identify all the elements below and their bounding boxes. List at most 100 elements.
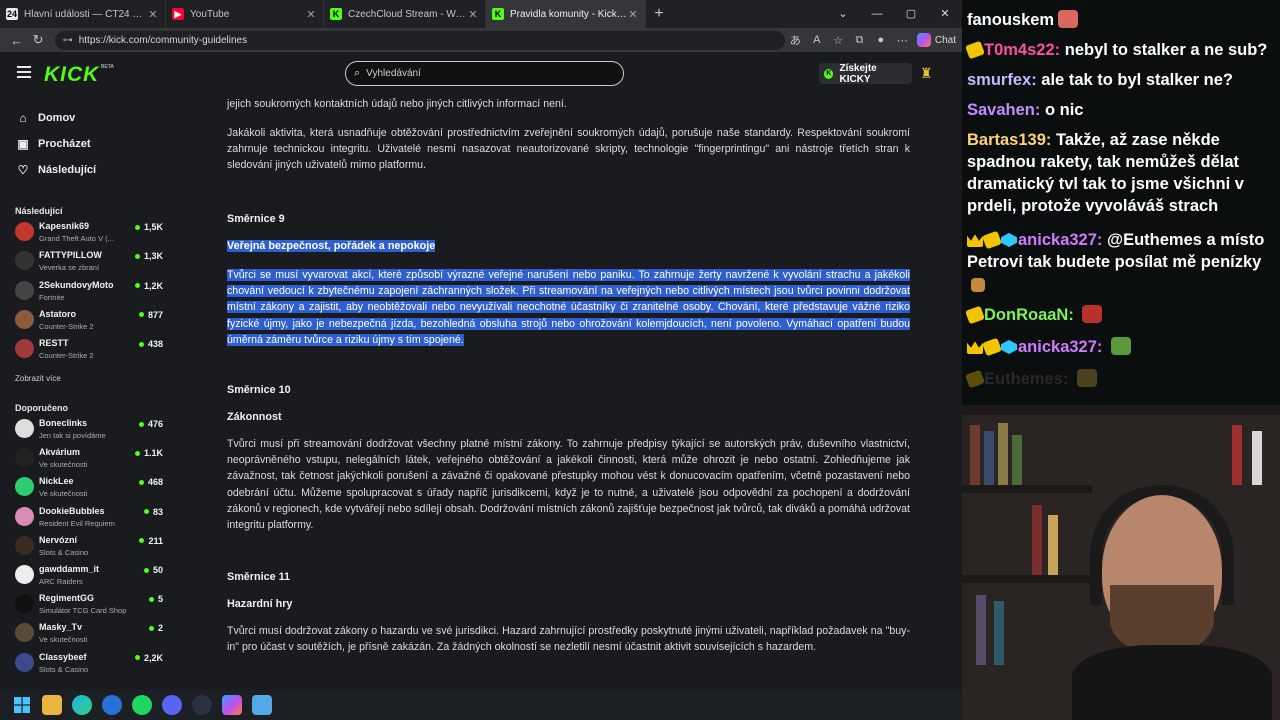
copilot-chat-button[interactable]: Chat (916, 33, 956, 47)
nav-item-home[interactable]: ⌂ Domov (16, 108, 75, 128)
viewer-count-text: 1,3K (143, 251, 163, 262)
reload-icon[interactable]: ↻ (27, 32, 48, 48)
sidebar-channel[interactable]: Kapesnik69 Grand Theft Auto V (... 1,5K (15, 219, 163, 245)
translate-icon[interactable]: あ (785, 32, 806, 48)
read-aloud-icon[interactable]: A (806, 34, 827, 46)
nav-item-browse[interactable]: ▣ Procházet (16, 134, 90, 154)
viewer-count: 211 (139, 536, 163, 546)
chat-message: Savahen: o nic (967, 99, 1275, 121)
sidebar-channel[interactable]: Akvárium Ve skutečnosti 1.1K (15, 445, 163, 471)
minimize-button[interactable]: — (860, 0, 894, 28)
sidebar-channel[interactable]: RegimentGG Simulátor TCG Card Shop 5 (15, 591, 163, 617)
back-icon[interactable]: ← (6, 33, 27, 48)
more-menu-icon[interactable]: ⋯ (892, 34, 913, 47)
show-more-link[interactable]: Zobrazit více (15, 374, 61, 383)
sidebar-channel[interactable]: 2SekundovyMoto Fortnite 1,2K (15, 278, 163, 304)
viewer-count-text: 2 (157, 623, 163, 634)
sidebar-channel[interactable]: DookieBubbles Resident Evil Requiem 83 (15, 504, 163, 530)
ct24-icon: 24 (6, 8, 18, 20)
windows-start-icon[interactable] (12, 695, 32, 715)
sidebar-channel[interactable]: RESTT Counter-Strike 2 438 (15, 336, 163, 362)
channel-category: Resident Evil Requiem (39, 518, 115, 528)
channel-name: Astatoro (39, 308, 77, 319)
channel-name: Nervózní (39, 534, 78, 545)
viewer-count: 476 (138, 419, 163, 429)
tab-search-icon[interactable]: ⌄ (826, 0, 860, 28)
close-icon[interactable]: ✕ (147, 8, 159, 21)
channel-name: Akvárium (39, 447, 81, 458)
tab-ct24[interactable]: 24 Hlavní události — ČT24 — Česká t ✕ (0, 0, 166, 28)
edge-icon[interactable] (72, 695, 92, 715)
channel-name: RegimentGG (39, 593, 95, 604)
close-window-button[interactable]: ✕ (928, 0, 962, 28)
kick-logo[interactable]: KICK (44, 63, 99, 87)
favorite-star-icon[interactable]: ☆ (827, 34, 848, 47)
kicky-icon: K (824, 68, 834, 79)
book (984, 431, 994, 485)
sidebar-channel[interactable]: Nervózní Slots & Casino 211 (15, 533, 163, 559)
avatar (15, 506, 34, 526)
kick-icon: K (492, 8, 504, 20)
tab-title: Pravidla komunity - Kick Streaming (510, 8, 627, 20)
sidebar-channel[interactable]: Boneclinks Jen tak si povídáme 476 (15, 416, 163, 442)
new-tab-button[interactable]: + (646, 5, 672, 23)
close-icon[interactable]: ✕ (305, 8, 317, 21)
url-field[interactable]: ⊶ https://kick.com/community-guidelines (54, 30, 785, 50)
sidebar-channel[interactable]: Masky_Tv Ve skutečnosti 2 (15, 620, 163, 646)
viewer-count-text: 2,2K (143, 652, 163, 663)
gift-badge-icon (982, 337, 1002, 357)
chat-username[interactable]: anicka327: (1018, 231, 1102, 249)
sidebar-channel[interactable]: gawddamm_it ARC Raiders 50 (15, 562, 163, 588)
chat-message: Euthemes: (965, 368, 1275, 390)
sidebar-channel[interactable]: Classybeef Slots & Casino 2,2K (15, 650, 163, 676)
chat-username[interactable]: DonRoaaN: (984, 306, 1074, 324)
chat-username[interactable]: Savahen: (967, 101, 1040, 119)
notepad-icon[interactable] (252, 695, 272, 715)
spotify-icon[interactable] (132, 695, 152, 715)
nav-item-label: Následující (38, 164, 97, 176)
get-kicky-button[interactable]: K Získejte KICKY (819, 63, 912, 85)
nav-item-following[interactable]: ♡ Následující (16, 160, 96, 180)
chat-text: o nic (1044, 101, 1084, 119)
tab-youtube[interactable]: ▶ YouTube ✕ (166, 0, 324, 28)
close-icon[interactable]: ✕ (627, 8, 639, 21)
windows-taskbar (0, 690, 962, 720)
menu-icon[interactable] (17, 66, 31, 78)
extensions-icon[interactable]: ⧉ (849, 34, 870, 47)
viewer-count: 877 (138, 310, 163, 320)
kicky-balance-icon[interactable]: ♜ (920, 65, 934, 83)
live-dot-icon (134, 224, 140, 230)
site-info-icon[interactable]: ⊶ (63, 35, 73, 46)
file-explorer-icon[interactable] (42, 695, 62, 715)
profile-avatar-icon[interactable]: ● (870, 34, 891, 46)
tab-kick-guidelines[interactable]: K Pravidla komunity - Kick Streaming ✕ (486, 0, 646, 28)
section-9-body-text: Tvůrci se musí vyvarovat akcí, které způ… (227, 269, 910, 346)
section-11-body: Tvůrci musí dodržovat zákony o hazardu v… (227, 625, 910, 654)
avatar (15, 251, 34, 271)
book (1032, 505, 1042, 575)
steam-icon[interactable] (192, 695, 212, 715)
privacy-paragraph: Jakákoli aktivita, která usnadňuje obtěž… (227, 127, 910, 172)
chat-username[interactable]: T0m4s22: (984, 41, 1060, 59)
screen: 24 Hlavní události — ČT24 — Česká t ✕ ▶ … (0, 0, 1280, 720)
discord-icon[interactable] (162, 695, 182, 715)
viewer-count-text: 468 (147, 477, 163, 488)
chat-username[interactable]: Bartas139: (967, 131, 1051, 149)
copilot-icon[interactable] (222, 695, 242, 715)
sidebar-channel[interactable]: Astatoro Counter-Strike 2 877 (15, 307, 163, 333)
close-icon[interactable]: ✕ (467, 8, 479, 21)
sidebar-channel[interactable]: NickLee Ve skutečnosti 468 (15, 474, 163, 500)
tab-czechcloud[interactable]: K CzechCloud Stream - Watch Live o ✕ (324, 0, 486, 28)
app-icon[interactable] (102, 695, 122, 715)
gift-badge-icon (982, 230, 1002, 250)
search-input[interactable]: ⌕ Vyhledávání (345, 61, 624, 86)
channel-name: Boneclinks (39, 418, 88, 428)
emote-icon (1111, 337, 1131, 355)
tab-title: YouTube (190, 8, 230, 20)
chat-username[interactable]: Euthemes: (984, 370, 1068, 388)
chat-username[interactable]: smurfex: (967, 71, 1037, 89)
chat-username[interactable]: anicka327: (1018, 338, 1102, 356)
maximize-button[interactable]: ▢ (894, 0, 928, 28)
viewer-count: 438 (138, 339, 163, 349)
sidebar-channel[interactable]: FATTYPILLOW Veverka se zbraní 1,3K (15, 248, 163, 274)
